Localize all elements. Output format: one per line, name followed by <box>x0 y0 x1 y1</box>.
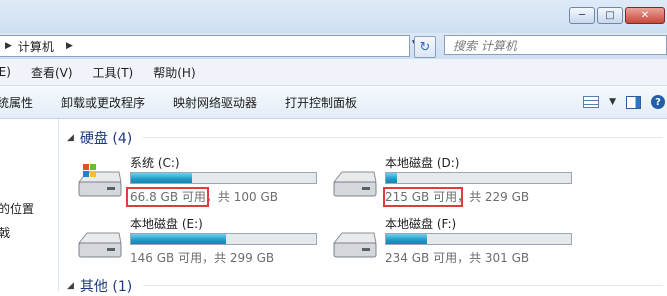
group-divider <box>143 285 663 286</box>
usage-fill <box>386 234 428 244</box>
system-drive-icon <box>77 164 122 197</box>
drive-name: 本地磁盘 (E:) <box>130 217 203 231</box>
menu-view[interactable]: 查看(V) <box>31 64 73 81</box>
total-space: 共 299 GB <box>214 251 275 265</box>
menu-tools[interactable]: 工具(T) <box>93 64 134 81</box>
breadcrumb-arrow-icon[interactable]: ▶ <box>5 41 12 51</box>
drive-name: 本地磁盘 (D:) <box>385 156 460 170</box>
highlight-box <box>383 187 463 207</box>
refresh-button[interactable]: ↻ <box>414 36 436 58</box>
content-pane: ◢ 硬盘 (4) 系统 (C:) 66.8 GB 可用，共 100 GB 本地磁… <box>59 119 667 295</box>
title-bar: ─ □ ✕ <box>0 0 667 33</box>
group-title-other: 其他 (1) <box>79 279 133 295</box>
total-space: 共 229 GB <box>469 190 530 204</box>
maximize-icon: □ <box>605 10 615 21</box>
command-bar: 统属性 卸载或更改程序 映射网络驱动器 打开控制面板 ▼ ? <box>0 86 667 119</box>
close-icon: ✕ <box>640 10 650 21</box>
collapse-arrow-icon[interactable]: ◢ <box>67 281 74 291</box>
help-icon[interactable]: ? <box>651 95 665 109</box>
drive-item[interactable]: 本地磁盘 (F:) 234 GB 可用，共 301 GB <box>332 215 582 265</box>
view-controls: ▼ ? <box>583 86 667 118</box>
address-bar[interactable]: ▶ 计算机 ▶ <box>0 35 410 57</box>
open-control-panel-button[interactable]: 打开控制面板 <box>285 94 357 111</box>
drive-space-info: 234 GB 可用，共 301 GB <box>385 251 530 265</box>
usage-fill <box>131 173 193 183</box>
system-properties-button[interactable]: 统属性 <box>0 94 33 111</box>
breadcrumb-chevron-icon[interactable]: ▶ <box>66 41 73 51</box>
group-header-other[interactable]: ◢ 其他 (1) <box>67 276 132 296</box>
view-dropdown-icon[interactable]: ▼ <box>609 97 616 107</box>
group-title-hard-disks: 硬盘 (4) <box>79 131 133 147</box>
maximize-button[interactable]: □ <box>597 7 623 24</box>
collapse-arrow-icon[interactable]: ◢ <box>67 133 74 143</box>
refresh-icon: ↻ <box>419 39 431 55</box>
free-space: 146 GB 可用 <box>130 251 203 265</box>
drive-name: 本地磁盘 (F:) <box>385 217 457 231</box>
drive-name: 系统 (C:) <box>130 156 180 170</box>
highlight-box <box>126 187 209 207</box>
usage-bar <box>130 172 317 184</box>
nav-item-partial[interactable]: 戟 <box>0 224 10 241</box>
map-network-drive-button[interactable]: 映射网络驱动器 <box>173 94 257 111</box>
usage-bar <box>385 172 572 184</box>
nav-item-locations[interactable]: 的位置 <box>0 200 34 217</box>
total-space: 共 301 GB <box>469 251 530 265</box>
preview-pane-icon[interactable] <box>626 95 641 109</box>
usage-bar <box>130 233 317 245</box>
group-header-hard-disks[interactable]: ◢ 硬盘 (4) <box>67 128 132 148</box>
close-button[interactable]: ✕ <box>625 7 665 24</box>
usage-fill <box>131 234 226 244</box>
usage-fill <box>386 173 398 183</box>
navigation-pane: 的位置 戟 <box>0 119 59 291</box>
hard-drive-icon <box>77 232 122 258</box>
usage-bar <box>385 233 572 245</box>
hard-drive-icon <box>332 232 377 258</box>
uninstall-program-button[interactable]: 卸载或更改程序 <box>61 94 145 111</box>
breadcrumb-location[interactable]: 计算机 <box>18 38 54 55</box>
free-space: 234 GB 可用 <box>385 251 458 265</box>
minimize-button[interactable]: ─ <box>569 7 595 24</box>
menu-edit[interactable]: (E) <box>0 65 11 79</box>
drive-space-info: 146 GB 可用，共 299 GB <box>130 251 275 265</box>
search-placeholder: 搜索 计算机 <box>453 38 517 53</box>
hard-drive-icon <box>332 171 377 197</box>
group-divider <box>143 137 663 138</box>
total-space: 共 100 GB <box>217 190 278 204</box>
drive-item[interactable]: 本地磁盘 (E:) 146 GB 可用，共 299 GB <box>77 215 327 265</box>
minimize-icon: ─ <box>578 10 586 21</box>
menu-help[interactable]: 帮助(H) <box>153 64 195 81</box>
menu-bar: (E) 查看(V) 工具(T) 帮助(H) <box>0 59 667 86</box>
search-input[interactable]: 搜索 计算机 <box>444 35 667 55</box>
window-controls: ─ □ ✕ <box>569 7 665 24</box>
change-view-icon[interactable] <box>583 96 600 108</box>
